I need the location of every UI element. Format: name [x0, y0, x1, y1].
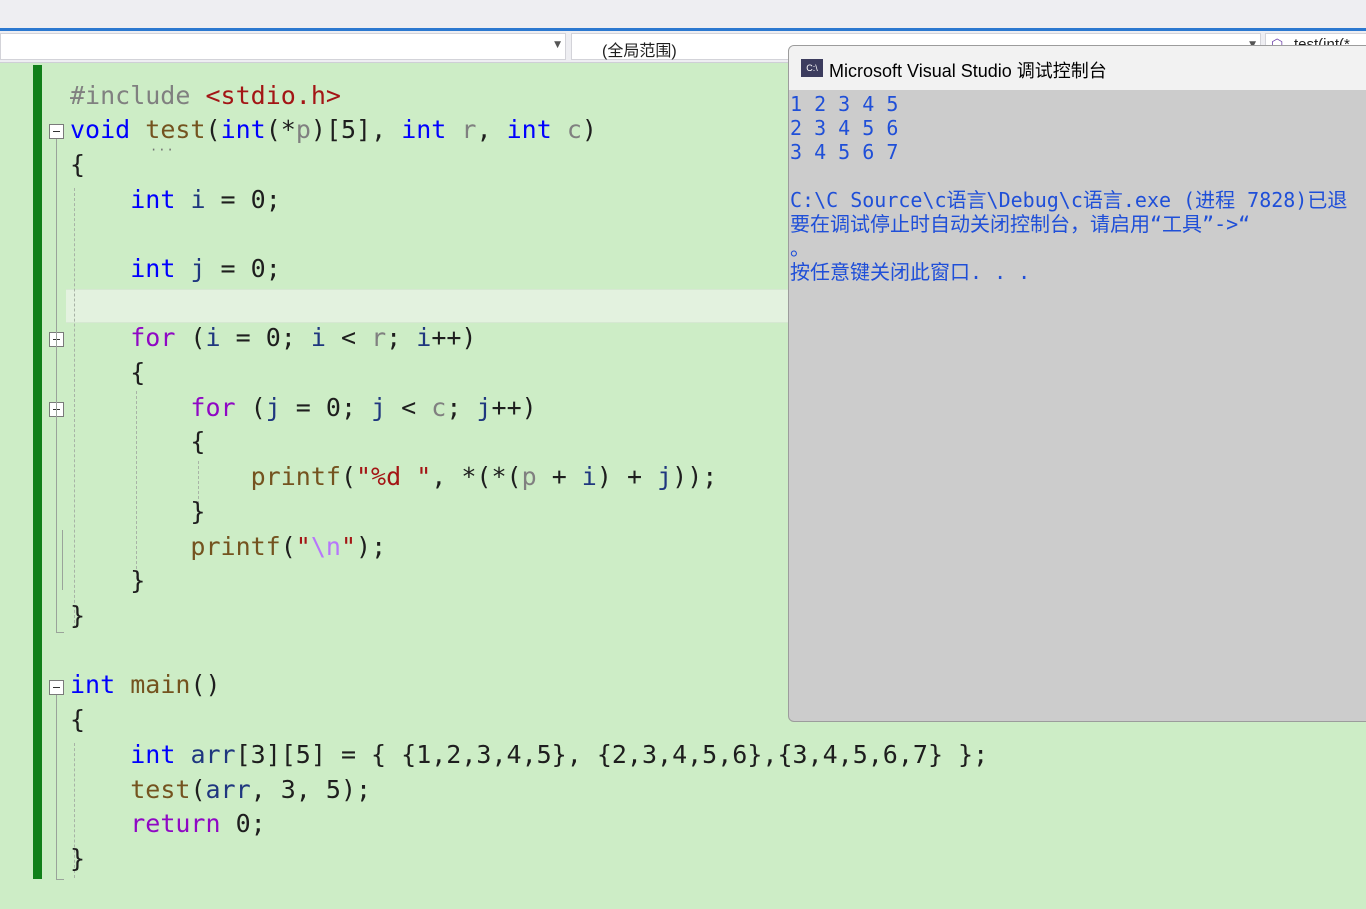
console-output-line: 2 3 4 5 6 — [790, 116, 899, 140]
current-line-highlight — [66, 289, 826, 323]
console-output-line: 要在调试停止时自动关闭控制台，请启用“工具”->“ — [790, 212, 1251, 236]
console-output-line: 1 2 3 4 5 — [790, 92, 899, 116]
outline-guide — [56, 632, 64, 633]
title-bar — [0, 0, 1366, 28]
console-app-icon: C:\ — [801, 59, 823, 77]
code-line: } — [70, 566, 146, 595]
debug-console-window[interactable]: C:\ Microsoft Visual Studio 调试控制台 1 2 3 … — [788, 45, 1366, 722]
code-line: void test(int(*p)[5], int r, int c) — [70, 115, 597, 144]
code-line: int j = 0; — [130, 254, 281, 283]
collapse-icon[interactable] — [49, 680, 64, 695]
preprocessor-directive: #include — [70, 81, 191, 110]
code-line: { — [70, 427, 206, 456]
outline-guide — [56, 879, 64, 880]
code-line: { — [70, 705, 86, 734]
code-line: } — [70, 497, 206, 526]
chevron-down-icon: ▼ — [554, 40, 561, 50]
code-line: { — [70, 150, 86, 179]
code-line: printf("\n"); — [190, 532, 387, 561]
outline-guide — [56, 139, 57, 632]
outline-guide — [56, 695, 57, 879]
code-line: test(arr, 3, 5); — [130, 775, 372, 804]
code-line: { — [70, 358, 146, 387]
code-line: } — [70, 844, 86, 873]
code-line: int main() — [70, 670, 221, 699]
code-line: printf("%d ", *(*(p + i) + j)); — [250, 462, 718, 491]
change-tracking-bar — [33, 65, 42, 879]
include-path: <stdio.h> — [205, 81, 341, 110]
console-output-line: 。 — [790, 236, 810, 260]
console-title-bar[interactable]: C:\ Microsoft Visual Studio 调试控制台 — [789, 46, 1366, 90]
scope-label: (全局范围) — [602, 43, 677, 60]
quick-action-dots[interactable]: ··· — [150, 143, 175, 157]
outline-guide — [62, 530, 63, 590]
code-line: for (j = 0; j < c; j++) — [190, 393, 537, 422]
code-line: } — [70, 601, 86, 630]
console-title: Microsoft Visual Studio 调试控制台 — [829, 61, 1107, 81]
collapse-icon[interactable] — [49, 124, 64, 139]
console-output-line: 3 4 5 6 7 — [790, 140, 899, 164]
code-line: return 0; — [130, 809, 266, 838]
code-line: int i = 0; — [130, 185, 281, 214]
console-output-line: 按任意键关闭此窗口. . . — [790, 260, 1031, 284]
code-line: for (i = 0; i < r; i++) — [130, 323, 477, 352]
code-line: #include <stdio.h> — [70, 81, 341, 110]
console-output-line: C:\C Source\c语言\Debug\c语言.exe (进程 7828)已… — [790, 188, 1348, 212]
code-line: int arr[3][5] = { {1,2,3,4,5}, {2,3,4,5,… — [130, 740, 989, 769]
project-dropdown[interactable]: ▼ — [0, 33, 566, 60]
